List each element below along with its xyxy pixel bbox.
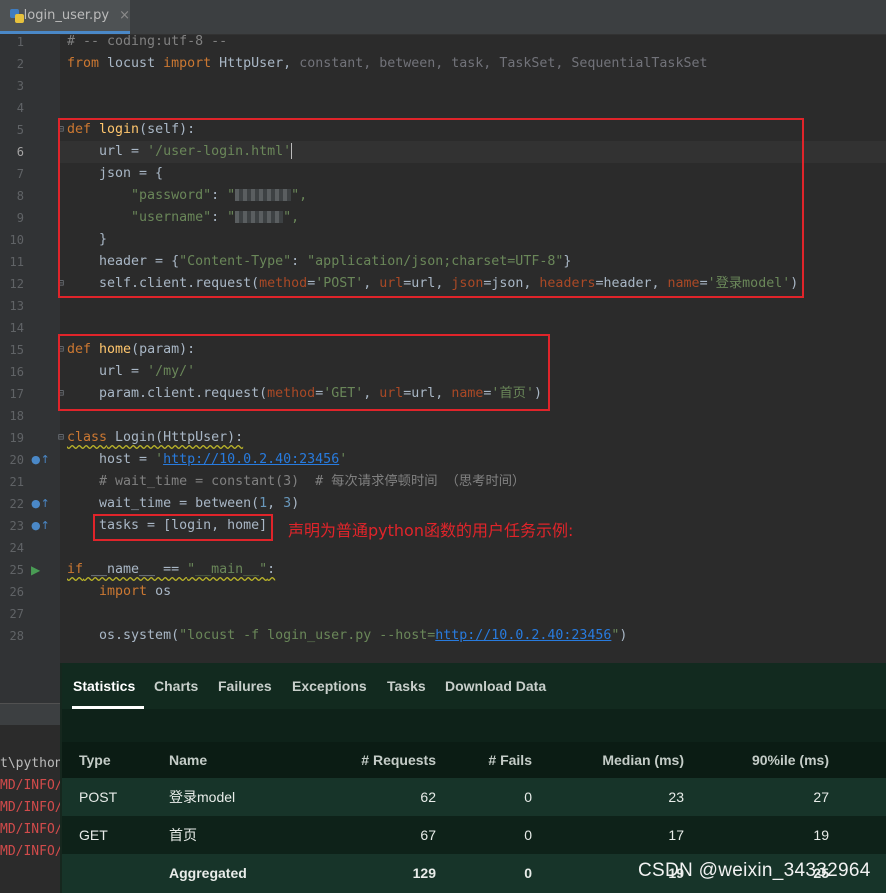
gutter-lower bbox=[0, 663, 60, 703]
line-number: 6 bbox=[16, 145, 24, 159]
code-line-21: # wait_time = constant(3) # 每次请求停顿时间 （思考… bbox=[67, 474, 526, 489]
locust-web-ui: Statistics Charts Failures Exceptions Ta… bbox=[60, 663, 886, 893]
terminal-line: MD/INFO/ bbox=[0, 822, 62, 837]
row-median: 17 bbox=[668, 827, 684, 843]
column-header-median[interactable]: Median (ms) bbox=[552, 741, 684, 779]
line-number: 19 bbox=[9, 431, 24, 445]
code-line-20: host = 'http://10.0.2.40:23456' bbox=[67, 452, 348, 467]
code-line-2: from locust import HttpUser, constant, b… bbox=[67, 56, 708, 71]
line-number: 1 bbox=[16, 35, 24, 49]
line-number: 13 bbox=[9, 299, 24, 313]
terminal-panel[interactable]: t\python MD/INFO/ MD/INFO/ MD/INFO/ MD/I… bbox=[0, 725, 62, 893]
code-line-25: if __name__ == "__main__": bbox=[67, 562, 276, 577]
highlight-box-home bbox=[58, 334, 550, 411]
override-marker-icon[interactable]: ●↑ bbox=[31, 449, 50, 471]
tab-statistics[interactable]: Statistics bbox=[72, 663, 144, 709]
row-fails: 0 bbox=[524, 865, 532, 881]
override-marker-icon[interactable]: ●↑ bbox=[31, 515, 50, 537]
line-number: 28 bbox=[9, 629, 24, 643]
terminal-line: MD/INFO/ bbox=[0, 800, 62, 815]
row-fails: 0 bbox=[524, 789, 532, 805]
line-number: 9 bbox=[16, 211, 24, 225]
editor-tab-bar: login_user.py × bbox=[0, 0, 886, 35]
line-number: 15 bbox=[9, 343, 24, 357]
terminal-line: MD/INFO/ bbox=[0, 778, 62, 793]
row-requests: 129 bbox=[412, 865, 436, 881]
tab-tasks[interactable]: Tasks bbox=[387, 663, 426, 709]
run-icon[interactable]: ▶ bbox=[31, 559, 45, 581]
highlight-box-login bbox=[58, 118, 804, 298]
column-header-requests[interactable]: # Requests bbox=[322, 741, 436, 779]
row-median: 23 bbox=[668, 789, 684, 805]
line-number: 27 bbox=[9, 607, 24, 621]
tab-login-user-py[interactable]: login_user.py × bbox=[0, 0, 130, 34]
override-marker-icon[interactable]: ●↑ bbox=[31, 493, 50, 515]
row-requests: 62 bbox=[420, 789, 436, 805]
code-line-28: os.system("locust -f login_user.py --hos… bbox=[67, 628, 628, 643]
code-line-1: # -- coding:utf-8 -- bbox=[67, 34, 228, 49]
line-number: 14 bbox=[9, 321, 24, 335]
table-row: GET 首页 67 0 17 19 bbox=[62, 816, 886, 854]
python-file-icon bbox=[10, 8, 24, 23]
line-number: 8 bbox=[16, 189, 24, 203]
line-number: 16 bbox=[9, 365, 24, 379]
tab-download-data[interactable]: Download Data bbox=[445, 663, 546, 709]
line-number: 26 bbox=[9, 585, 24, 599]
row-name: Aggregated bbox=[169, 865, 247, 881]
tab-filename: login_user.py bbox=[23, 8, 110, 23]
line-number: 5 bbox=[16, 123, 24, 137]
line-number: 4 bbox=[16, 101, 24, 115]
stats-table-header: Type Name # Requests # Fails Median (ms)… bbox=[62, 742, 886, 778]
tab-exceptions[interactable]: Exceptions bbox=[292, 663, 367, 709]
fold-marker-icon[interactable]: ⊟ bbox=[58, 427, 66, 449]
host-url-link: http://10.0.2.40:23456 bbox=[163, 452, 340, 467]
line-number: 21 bbox=[9, 475, 24, 489]
column-header-90ile[interactable]: 90%ile (ms) bbox=[702, 741, 829, 779]
system-host-url-link: http://10.0.2.40:23456 bbox=[435, 628, 612, 643]
terminal-line: MD/INFO/ bbox=[0, 844, 62, 859]
column-header-name[interactable]: Name bbox=[169, 741, 207, 779]
tab-failures[interactable]: Failures bbox=[218, 663, 272, 709]
row-name: 登录model bbox=[169, 789, 236, 805]
highlight-box-tasks bbox=[93, 514, 273, 541]
row-fails: 0 bbox=[524, 827, 532, 843]
column-header-type[interactable]: Type bbox=[79, 741, 111, 779]
line-number: 2 bbox=[16, 57, 24, 71]
tab-charts[interactable]: Charts bbox=[154, 663, 198, 709]
line-number: 23 bbox=[9, 519, 24, 533]
row-name: 首页 bbox=[169, 827, 197, 843]
code-line-19: class Login(HttpUser): bbox=[67, 430, 244, 445]
row-type: GET bbox=[79, 827, 108, 843]
row-90ile: 19 bbox=[813, 827, 829, 843]
column-header-fails[interactable]: # Fails bbox=[452, 741, 532, 779]
line-number: 3 bbox=[16, 79, 24, 93]
line-number: 24 bbox=[9, 541, 24, 555]
line-number: 22 bbox=[9, 497, 24, 511]
panel-divider[interactable] bbox=[0, 703, 60, 726]
line-number: 20 bbox=[9, 453, 24, 467]
annotation-text: 声明为普通python函数的用户任务示例: bbox=[288, 521, 574, 540]
line-number: 18 bbox=[9, 409, 24, 423]
row-90ile: 27 bbox=[813, 789, 829, 805]
locust-tab-bar: Statistics Charts Failures Exceptions Ta… bbox=[62, 663, 886, 709]
line-number: 17 bbox=[9, 387, 24, 401]
row-type: POST bbox=[79, 789, 118, 805]
line-number: 10 bbox=[9, 233, 24, 247]
code-line-26: import os bbox=[99, 584, 172, 599]
row-requests: 67 bbox=[420, 827, 436, 843]
watermark: CSDN @weixin_34332964 bbox=[638, 860, 871, 881]
line-number: 25 bbox=[9, 563, 24, 577]
table-row: POST 登录model 62 0 23 27 bbox=[62, 778, 886, 816]
code-line-22: wait_time = between(1, 3) bbox=[67, 496, 300, 511]
line-number: 7 bbox=[16, 167, 24, 181]
line-number-gutter: 1 2 3 4 5 ⊟ 6 7 8 9 10 11 12 ⊟ 13 14 15 ⊟ 16 17 ⊟ 18 19 ⊟ 20 ●↑ 21… bbox=[0, 35, 64, 663]
line-number: 11 bbox=[9, 255, 24, 269]
terminal-line: t\python bbox=[0, 756, 62, 771]
close-tab-icon[interactable]: × bbox=[119, 8, 130, 23]
line-number: 12 bbox=[9, 277, 24, 291]
